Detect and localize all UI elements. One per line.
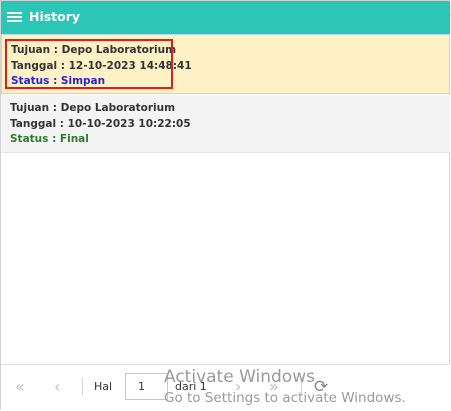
next-page-icon[interactable]: ›	[235, 377, 241, 397]
history-item[interactable]: Tujuan : Depo Laboratorium Tanggal : 10-…	[1, 95, 450, 153]
pager-divider	[301, 378, 302, 395]
panel-header: History	[1, 1, 450, 34]
page-number-input[interactable]	[125, 373, 168, 400]
item-date: Tanggal : 10-10-2023 10:22:05	[10, 117, 191, 130]
refresh-icon[interactable]: ⟳	[314, 377, 328, 397]
page-count-label: dari 1	[175, 380, 207, 393]
first-page-icon[interactable]: «	[15, 377, 25, 397]
item-destination: Tujuan : Depo Laboratorium	[10, 102, 176, 114]
pager-divider	[82, 378, 83, 395]
panel-title: History	[29, 9, 81, 24]
prev-page-icon[interactable]: ‹	[54, 377, 60, 397]
history-panel: History Tujuan : Depo Laboratorium Tangg…	[0, 0, 450, 411]
page-label: Hal	[94, 380, 113, 393]
last-page-icon[interactable]: »	[269, 377, 279, 397]
menu-icon[interactable]	[7, 12, 22, 23]
history-item[interactable]: Tujuan : Depo Laboratorium Tanggal : 12-…	[1, 34, 450, 94]
selection-highlight	[5, 39, 173, 89]
item-status: Status : Final	[10, 133, 89, 145]
pagination-bar: « ‹ Hal dari 1 › » ⟳	[1, 364, 450, 411]
